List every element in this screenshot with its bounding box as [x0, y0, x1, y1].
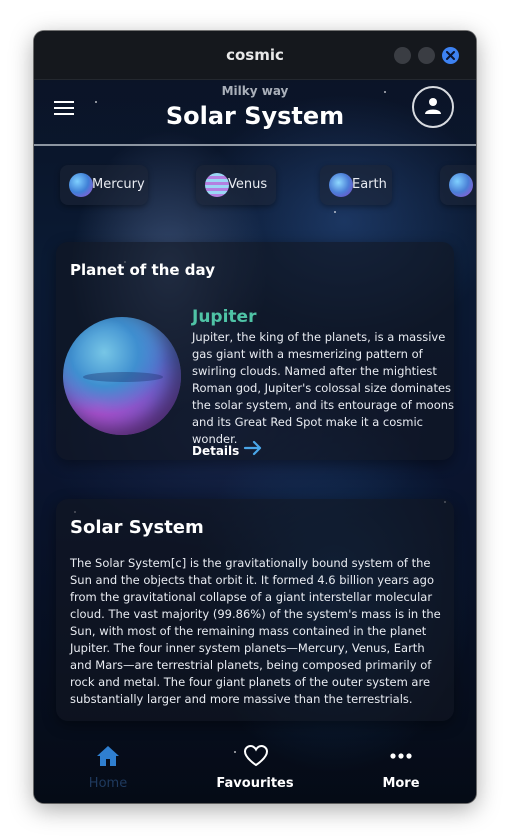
page-title: Solar System	[165, 102, 345, 130]
card-heading: Solar System	[70, 517, 204, 538]
minimize-button[interactable]	[394, 47, 411, 64]
venus-icon	[205, 173, 229, 197]
planet-description: Jupiter, the king of the planets, is a m…	[192, 330, 455, 446]
home-icon	[97, 746, 119, 766]
nav-home[interactable]: Home	[58, 729, 158, 803]
planet-chips: Mercury Venus Earth	[34, 164, 476, 208]
arrow-right-icon	[243, 440, 262, 456]
nav-label: Favourites	[216, 776, 294, 791]
jupiter-image	[63, 317, 181, 435]
nav-label: Home	[88, 776, 128, 791]
planet-name: Jupiter	[192, 307, 257, 327]
planet-of-day-card: Planet of the day Jupiter Jupiter, the k…	[56, 242, 454, 460]
chip-planet[interactable]	[440, 165, 476, 205]
details-link[interactable]: Details	[192, 440, 262, 460]
header-subtitle: Milky way	[221, 84, 289, 98]
card-heading: Planet of the day	[70, 261, 215, 279]
mercury-icon	[69, 173, 93, 197]
close-icon	[446, 51, 455, 60]
bottom-navigation: Home Favourites More	[34, 729, 476, 803]
earth-icon	[329, 173, 353, 197]
details-label: Details	[192, 444, 240, 458]
profile-button[interactable]	[412, 86, 454, 128]
chip-label: Earth	[352, 177, 387, 192]
close-button[interactable]	[442, 47, 459, 64]
chip-earth[interactable]: Earth	[320, 165, 392, 205]
chip-label: Venus	[228, 177, 268, 192]
chip-label: Mercury	[92, 177, 145, 192]
app-window: cosmic Milky way Solar System Mercury Ve…	[34, 31, 476, 803]
solar-system-description: The Solar System[c] is the gravitational…	[70, 556, 441, 706]
chip-venus[interactable]: Venus	[196, 165, 276, 205]
person-icon	[425, 98, 441, 114]
heart-icon	[243, 744, 269, 767]
more-icon	[390, 753, 412, 759]
app-header: Milky way Solar System	[34, 79, 476, 144]
nav-favourites[interactable]: Favourites	[205, 729, 305, 803]
window-titlebar: cosmic	[34, 31, 476, 80]
planet-icon	[449, 173, 473, 197]
nav-more[interactable]: More	[351, 729, 451, 803]
header-divider	[34, 144, 476, 146]
maximize-button[interactable]	[418, 47, 435, 64]
chip-mercury[interactable]: Mercury	[60, 165, 148, 205]
nav-label: More	[382, 776, 420, 791]
solar-system-card: Solar System The Solar System[c] is the …	[56, 499, 454, 721]
